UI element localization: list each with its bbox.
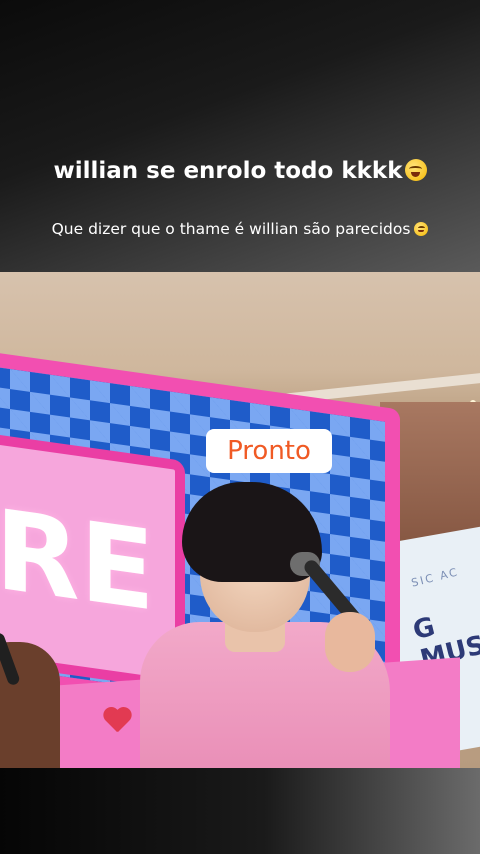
video-subtitle-text: Que dizer que o thame é willian são pare… [51, 220, 411, 238]
bottom-band [0, 768, 480, 854]
performer [140, 472, 400, 768]
video-subtitle: Que dizer que o thame é willian são pare… [0, 220, 480, 238]
video-title: willian se enrolo todo kkkk [0, 158, 480, 184]
heart-icon [102, 708, 132, 734]
laughing-crying-emoji-icon [404, 159, 427, 181]
subtitle-caption-badge: Pronto [206, 429, 332, 473]
top-caption-area: willian se enrolo todo kkkk Que dizer qu… [0, 0, 480, 272]
flushed-emoji-icon [414, 222, 429, 236]
video-title-text: willian se enrolo todo kkkk [53, 158, 403, 184]
video-frame[interactable]: SIC AC G MUS ธรร RE [0, 272, 480, 768]
performer-hand [325, 612, 375, 672]
